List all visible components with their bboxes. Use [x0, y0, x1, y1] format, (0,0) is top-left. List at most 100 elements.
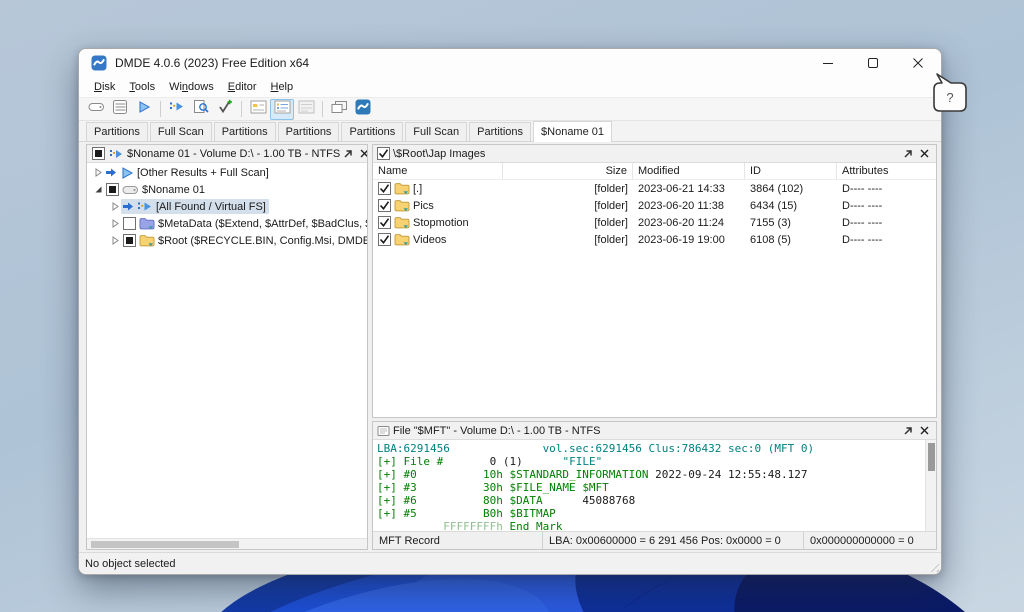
record-viewer-body: LBA:6291456 vol.sec:6291456 Clus:786432 …	[373, 440, 936, 531]
open-disk-button[interactable]	[84, 99, 108, 120]
record-vertical-scrollbar[interactable]	[925, 440, 936, 531]
scan-icon	[137, 200, 153, 213]
tree-checkbox-filled[interactable]	[123, 234, 136, 247]
hex-panel-button[interactable]	[294, 99, 318, 120]
expander-collapsed-icon[interactable]	[109, 219, 121, 228]
dmde-logo-icon	[355, 99, 371, 120]
detach-panel-icon[interactable]	[900, 147, 916, 161]
file-row[interactable]: Pics[folder]2023-06-20 11:386434 (15)D--…	[373, 197, 936, 214]
tree-row[interactable]: [Other Results + Full Scan]	[87, 164, 367, 181]
column-header-modified[interactable]: Modified	[633, 163, 745, 179]
file-attributes: D---- ----	[837, 200, 936, 212]
folder-yellow-icon	[394, 216, 410, 229]
full-scan-button[interactable]	[165, 99, 189, 120]
tab-partitions-0[interactable]: Partitions	[86, 122, 148, 141]
tree-row-label: [All Found / Virtual FS]	[156, 201, 266, 213]
record-viewer-panel: File "$MFT" - Volume D:\ - 1.00 TB - NTF…	[372, 421, 937, 550]
titlebar[interactable]: DMDE 4.0.6 (2023) Free Edition x64	[79, 49, 941, 77]
tab-partitions-4[interactable]: Partitions	[341, 122, 403, 141]
detach-panel-icon[interactable]	[900, 424, 916, 438]
search-icon	[193, 99, 209, 119]
menu-item-help[interactable]: Help	[263, 79, 300, 95]
windows-layout-button[interactable]	[327, 99, 351, 120]
expander-collapsed-icon[interactable]	[92, 168, 104, 177]
window-title: DMDE 4.0.6 (2023) Free Edition x64	[115, 56, 309, 70]
toolbar	[79, 97, 941, 121]
menu-item-editor[interactable]: Editor	[221, 79, 264, 95]
tree-row[interactable]: $Root ($RECYCLE.BIN, Config.Msi, DMDE, D…	[87, 232, 367, 249]
tree-row-label: $Noname 01	[142, 184, 205, 196]
tab-partitions-6[interactable]: Partitions	[469, 122, 531, 141]
close-panel-icon[interactable]	[356, 147, 367, 161]
file-checkbox-checked[interactable]	[378, 199, 391, 212]
app-window: DMDE 4.0.6 (2023) Free Edition x64 DiskT…	[78, 48, 942, 575]
mft-record-text[interactable]: LBA:6291456 vol.sec:6291456 Clus:786432 …	[373, 440, 925, 531]
windows-icon	[331, 100, 348, 119]
expander-collapsed-icon[interactable]	[109, 236, 121, 245]
file-panel-path: \$Root\Jap Images	[393, 148, 485, 160]
file-row[interactable]: [.][folder]2023-06-21 14:333864 (102)D--…	[373, 180, 936, 197]
status-text: No object selected	[85, 558, 176, 570]
detach-panel-icon[interactable]	[340, 147, 356, 161]
tab-full-scan-5[interactable]: Full Scan	[405, 122, 467, 141]
desktop: { "window": { "title": "DMDE 4.0.6 (2023…	[0, 0, 1024, 612]
folder-yellow-icon	[394, 233, 410, 246]
maximize-button[interactable]	[851, 49, 896, 77]
tree-row-label: [Other Results + Full Scan]	[137, 167, 269, 179]
open-volume-button[interactable]	[132, 99, 156, 120]
help-bubble[interactable]: ?	[928, 72, 970, 116]
tab--noname-01-7[interactable]: $Noname 01	[533, 121, 612, 142]
folder-yellow-icon	[139, 234, 155, 247]
close-panel-icon[interactable]	[916, 147, 932, 161]
list-panel-button[interactable]	[270, 99, 294, 120]
disk-list-button[interactable]	[108, 99, 132, 120]
record-line: [+] #0 10h $STANDARD_INFORMATION 2022-09…	[377, 468, 925, 481]
file-id: 3864 (102)	[745, 183, 837, 195]
record-panel-header: File "$MFT" - Volume D:\ - 1.00 TB - NTF…	[373, 422, 936, 440]
expander-expanded-icon[interactable]	[92, 185, 104, 194]
minimize-button[interactable]	[806, 49, 851, 77]
record-status-bar: MFT Record LBA: 0x00600000 = 6 291 456 P…	[373, 531, 936, 549]
tree-header-checkbox[interactable]	[92, 147, 105, 160]
caption-buttons	[806, 49, 941, 77]
dmde-home-button[interactable]	[351, 99, 375, 120]
file-checkbox-checked[interactable]	[378, 182, 391, 195]
file-row[interactable]: Videos[folder]2023-06-19 19:006108 (5)D-…	[373, 231, 936, 248]
file-name: [.]	[413, 183, 422, 195]
tree-row[interactable]: $Noname 01	[87, 181, 367, 198]
resize-grip[interactable]	[927, 560, 939, 572]
tree-horizontal-scrollbar[interactable]	[87, 538, 367, 549]
tree-checkbox-empty[interactable]	[123, 217, 136, 230]
scrollbar-thumb[interactable]	[928, 443, 935, 471]
column-header-size[interactable]: Size	[503, 163, 633, 179]
menu-item-tools[interactable]: Tools	[122, 79, 162, 95]
tab-full-scan-1[interactable]: Full Scan	[150, 122, 212, 141]
tab-partitions-2[interactable]: Partitions	[214, 122, 276, 141]
volume-icon	[122, 184, 139, 196]
apply-button[interactable]	[213, 99, 237, 120]
file-checkbox-checked[interactable]	[378, 233, 391, 246]
tree-row[interactable]: [All Found / Virtual FS]	[87, 198, 367, 215]
record-panel-title: File "$MFT" - Volume D:\ - 1.00 TB - NTF…	[393, 425, 600, 437]
close-panel-icon[interactable]	[916, 424, 932, 438]
file-list-column-headers[interactable]: NameSizeModifiedIDAttributes	[373, 163, 936, 180]
file-row[interactable]: Stopmotion[folder]2023-06-20 11:247155 (…	[373, 214, 936, 231]
menu-item-windows[interactable]: Windows	[162, 79, 221, 95]
tab-partitions-3[interactable]: Partitions	[278, 122, 340, 141]
column-header-id[interactable]: ID	[745, 163, 837, 179]
scrollbar-thumb[interactable]	[91, 541, 239, 548]
menu-item-disk[interactable]: Disk	[87, 79, 122, 95]
column-header-attributes[interactable]: Attributes	[837, 163, 936, 179]
search-button[interactable]	[189, 99, 213, 120]
tree-panel-title: $Noname 01 - Volume D:\ - 1.00 TB - NTFS	[127, 148, 340, 160]
tree-row[interactable]: $MetaData ($Extend, $AttrDef, $BadClus, …	[87, 215, 367, 232]
column-header-name[interactable]: Name	[373, 163, 503, 179]
tree-panel-button[interactable]	[246, 99, 270, 120]
record-line: [+] #5 B0h $BITMAP	[377, 507, 925, 520]
file-attributes: D---- ----	[837, 183, 936, 195]
expander-collapsed-icon[interactable]	[109, 202, 121, 211]
folder-yellow-icon	[394, 199, 410, 212]
file-checkbox-checked[interactable]	[378, 216, 391, 229]
folder-checkbox-checked[interactable]	[377, 147, 390, 160]
tree-checkbox-filled[interactable]	[106, 183, 119, 196]
